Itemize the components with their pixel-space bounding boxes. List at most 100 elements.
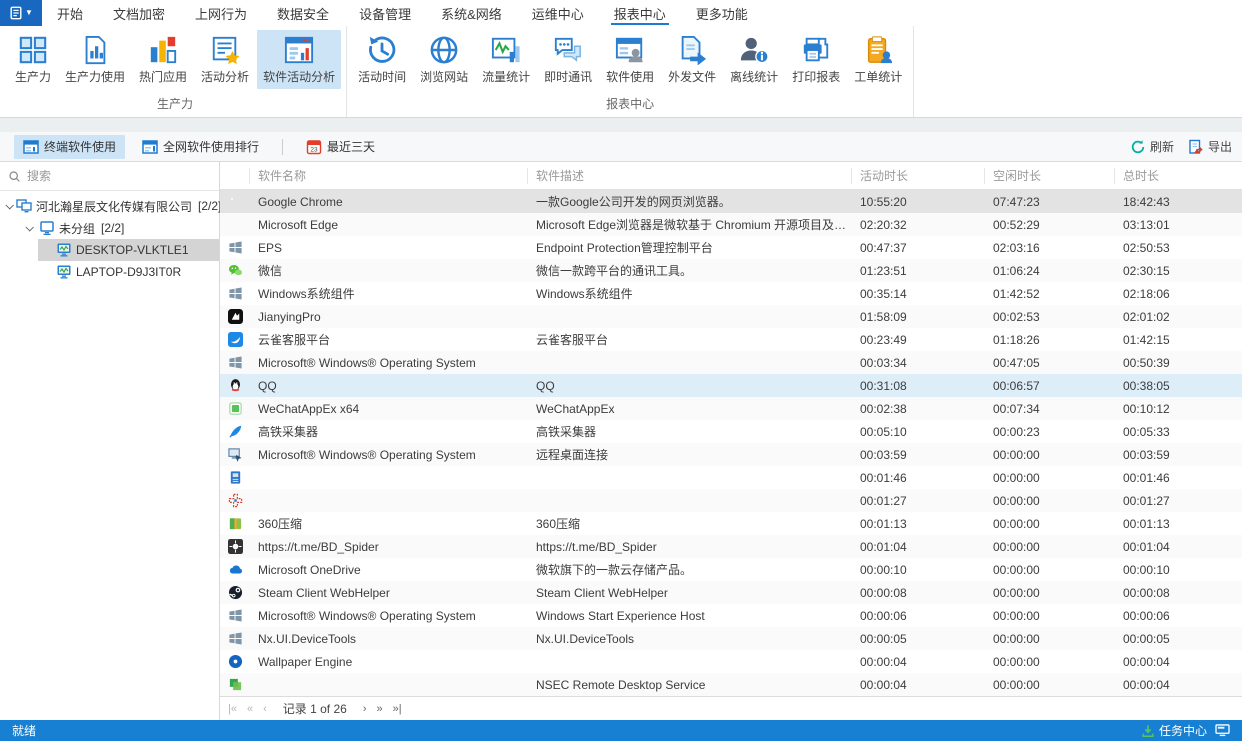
table-row[interactable]: https://t.me/BD_Spiderhttps://t.me/BD_Sp… [220,535,1242,558]
ribbon-item-label: 软件活动分析 [263,68,335,85]
table-row[interactable]: Microsoft® Windows® Operating System00:0… [220,351,1242,374]
table-row[interactable]: WeChatAppEx x64WeChatAppEx00:02:3800:07:… [220,397,1242,420]
column-active-duration[interactable]: 活动时长 [852,168,985,184]
table-row[interactable]: Wallpaper Engine00:00:0400:00:0000:00:04 [220,650,1242,673]
table-row[interactable]: 00:01:4600:00:0000:01:46 [220,466,1242,489]
table-row[interactable]: 00:01:2700:00:0000:01:27 [220,489,1242,512]
ribbon-item-离线统计[interactable]: 离线统计 [724,30,784,89]
cell-software-desc: NSEC Remote Desktop Service [528,678,852,692]
ribbon-item-流量统计[interactable]: 流量统计 [476,30,536,89]
ribbon-item-软件使用[interactable]: 软件使用 [600,30,660,89]
column-software-desc[interactable]: 软件描述 [528,168,852,184]
ribbon-item-工单统计[interactable]: 工单统计 [848,30,908,89]
cell-software-desc: QQ [528,379,852,393]
tree-node-未分组[interactable]: 未分组[2/2] [21,217,219,239]
cell-idle-duration: 00:00:00 [985,678,1115,692]
cell-active-duration: 00:01:27 [852,494,985,508]
search-input[interactable] [27,169,211,183]
last-page-button[interactable]: »| [389,703,406,715]
ribbon-item-生产力使用[interactable]: 生产力使用 [59,30,131,89]
tree-node-河北瀚星辰文化传媒有限公司[interactable]: 河北瀚星辰文化传媒有限公司[2/2] [4,195,219,217]
download-icon [1141,724,1155,738]
menu-item-更多功能[interactable]: 更多功能 [681,0,763,26]
menu-item-设备管理[interactable]: 设备管理 [344,0,426,26]
table-row[interactable]: Microsoft® Windows® Operating SystemWind… [220,604,1242,627]
ribbon-item-生产力[interactable]: 生产力 [9,30,57,89]
prev-page-button[interactable]: ‹ [259,703,271,715]
cell-idle-duration: 00:00:00 [985,471,1115,485]
ribbon-item-外发文件[interactable]: 外发文件 [662,30,722,89]
menu-item-文档加密[interactable]: 文档加密 [98,0,180,26]
tab-network-software-ranking[interactable]: 全网软件使用排行 [133,135,268,159]
device-icon [228,493,243,508]
cell-idle-duration: 00:00:00 [985,448,1115,462]
cell-idle-duration: 00:07:34 [985,402,1115,416]
table-row[interactable]: Nx.UI.DeviceToolsNx.UI.DeviceTools00:00:… [220,627,1242,650]
menu-item-开始[interactable]: 开始 [42,0,98,26]
ribbon-item-label: 浏览网站 [420,68,468,85]
cell-total-duration: 00:01:46 [1115,471,1242,485]
table-row[interactable]: JianyingPro01:58:0900:02:5302:01:02 [220,305,1242,328]
software-usage-table: 软件名称 软件描述 活动时长 空闲时长 总时长 Google Chrome一款G… [220,162,1242,720]
menu-item-系统&网络[interactable]: 系统&网络 [426,0,517,26]
table-row[interactable]: EPSEndpoint Protection管理控制平台00:47:3702:0… [220,236,1242,259]
chevron-down-icon[interactable] [6,203,12,209]
table-row[interactable]: Microsoft® Windows® Operating System远程桌面… [220,443,1242,466]
cell-idle-duration: 00:02:53 [985,310,1115,324]
table-row[interactable]: 360压缩360压缩00:01:1300:00:0000:01:13 [220,512,1242,535]
menu-item-上网行为[interactable]: 上网行为 [180,0,262,26]
tree-node-LAPTOP-D9J3IT0R[interactable]: LAPTOP-D9J3IT0R [38,261,219,283]
tree-node-label: DESKTOP-VLKTLE1 [76,243,189,257]
cell-active-duration: 01:23:51 [852,264,985,278]
cell-active-duration: 00:02:38 [852,402,985,416]
refresh-button[interactable]: 刷新 [1130,138,1174,155]
win-flag-icon [228,355,243,370]
next-page-button[interactable]: › [359,703,371,715]
table-row[interactable]: 微信微信一款跨平台的通讯工具。01:23:5101:06:2402:30:15 [220,259,1242,282]
table-row[interactable]: NSEC Remote Desktop Service00:00:0400:00… [220,673,1242,696]
ribbon-item-软件活动分析[interactable]: 软件活动分析 [257,30,341,89]
ribbon-item-活动时间[interactable]: 活动时间 [352,30,412,89]
remote-desktop-icon[interactable] [1215,724,1230,737]
cell-software-desc: Steam Client WebHelper [528,586,852,600]
table-row[interactable]: QQQQ00:31:0800:06:5700:38:05 [220,374,1242,397]
recent-three-days-button[interactable]: 23 最近三天 [297,135,384,159]
table-row[interactable]: Google Chrome一款Google公司开发的网页浏览器。10:55:20… [220,190,1242,213]
next-group-button[interactable]: » [373,703,387,715]
table-row[interactable]: Windows系统组件Windows系统组件00:35:1401:42:5202… [220,282,1242,305]
column-total-duration[interactable]: 总时长 [1115,168,1242,184]
ribbon-item-热门应用[interactable]: 热门应用 [133,30,193,89]
menu-item-数据安全[interactable]: 数据安全 [262,0,344,26]
doc-chart-icon [80,35,110,65]
globe-icon [429,35,459,65]
refresh-label: 刷新 [1150,138,1174,155]
app-menu-button[interactable]: ▼ [0,0,42,26]
printer-icon [801,35,831,65]
first-page-button[interactable]: |« [224,703,241,715]
ribbon-item-即时通讯[interactable]: 即时通讯 [538,30,598,89]
ribbon-item-浏览网站[interactable]: 浏览网站 [414,30,474,89]
column-software-name[interactable]: 软件名称 [250,168,528,184]
cell-active-duration: 00:00:04 [852,678,985,692]
tab-label: 终端软件使用 [44,138,116,155]
table-row[interactable]: Steam Client WebHelperSteam Client WebHe… [220,581,1242,604]
table-row[interactable]: 云雀客服平台云雀客服平台00:23:4901:18:2601:42:15 [220,328,1242,351]
cell-software-name: 360压缩 [250,515,528,532]
tab-terminal-software-usage[interactable]: 终端软件使用 [14,135,125,159]
ribbon-item-活动分析[interactable]: 活动分析 [195,30,255,89]
column-idle-duration[interactable]: 空闲时长 [985,168,1115,184]
table-row[interactable]: Microsoft OneDrive微软旗下的一款云存储产品。00:00:100… [220,558,1242,581]
prev-group-button[interactable]: « [243,703,257,715]
table-row[interactable]: Microsoft EdgeMicrosoft Edge浏览器是微软基于 Chr… [220,213,1242,236]
ribbon-item-label: 活动分析 [201,68,249,85]
ribbon-item-打印报表[interactable]: 打印报表 [786,30,846,89]
chevron-down-icon[interactable] [23,225,35,231]
tree-node-DESKTOP-VLKTLE1[interactable]: DESKTOP-VLKTLE1 [38,239,219,261]
export-button[interactable]: 导出 [1188,138,1232,155]
app-menu-icon [9,6,23,20]
menu-item-报表中心[interactable]: 报表中心 [599,0,681,26]
table-row[interactable]: 高铁采集器高铁采集器00:05:1000:00:2300:05:33 [220,420,1242,443]
cell-active-duration: 00:00:06 [852,609,985,623]
menu-item-运维中心[interactable]: 运维中心 [517,0,599,26]
task-center-button[interactable]: 任务中心 [1141,722,1207,739]
